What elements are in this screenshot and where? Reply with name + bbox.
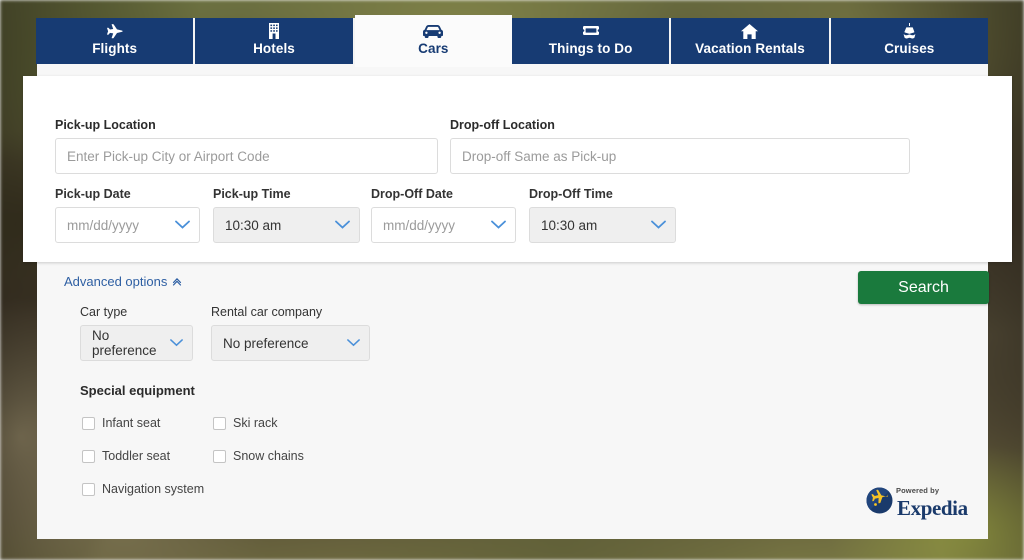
- pickup-date-group: Pick-up Date mm/dd/yyyy: [55, 187, 200, 243]
- checkbox-box[interactable]: [82, 450, 95, 463]
- checkbox-label: Navigation system: [102, 482, 204, 496]
- checkbox-box[interactable]: [213, 450, 226, 463]
- expedia-globe-icon: [866, 487, 893, 519]
- tab-vacation-rentals[interactable]: Vacation Rentals: [671, 18, 830, 64]
- checkbox-box[interactable]: [82, 483, 95, 496]
- pickup-location-input[interactable]: [55, 138, 438, 174]
- chevron-down-icon: [170, 339, 183, 347]
- tab-hotels[interactable]: Hotels: [195, 18, 354, 64]
- tab-label: Cruises: [884, 41, 934, 56]
- car-type-label: Car type: [80, 305, 193, 319]
- powered-by-label: Powered by: [896, 486, 939, 495]
- pickup-location-label: Pick-up Location: [55, 118, 438, 132]
- preference-selects-row: Car type No preference Rental car compan…: [80, 305, 380, 361]
- tab-cars[interactable]: Cars: [355, 15, 512, 67]
- advanced-options-body: Car type No preference Rental car compan…: [80, 305, 380, 506]
- special-equipment-checkbox-grid: Infant seat Ski rack Toddler seat Snow c…: [80, 416, 380, 506]
- pickup-time-label: Pick-up Time: [213, 187, 360, 201]
- car-type-value: No preference: [92, 328, 166, 358]
- pickup-date-label: Pick-up Date: [55, 187, 200, 201]
- special-equipment-heading: Special equipment: [80, 383, 380, 398]
- pickup-location-group: Pick-up Location: [55, 118, 438, 174]
- dropoff-location-group: Drop-off Location: [450, 118, 910, 174]
- dropoff-time-value: 10:30 am: [541, 218, 597, 233]
- dropoff-time-group: Drop-Off Time 10:30 am: [529, 187, 676, 243]
- tab-label: Hotels: [253, 41, 295, 56]
- checkbox-navigation-system[interactable]: Navigation system: [82, 482, 204, 496]
- airplane-icon: [107, 23, 123, 39]
- dropoff-time-label: Drop-Off Time: [529, 187, 676, 201]
- chevron-down-icon: [335, 221, 350, 230]
- ticket-icon: [583, 23, 599, 39]
- pickup-time-select[interactable]: 10:30 am: [213, 207, 360, 243]
- tab-label: Flights: [92, 41, 137, 56]
- expedia-branding: Powered by Expedia: [866, 487, 968, 519]
- dropoff-time-select[interactable]: 10:30 am: [529, 207, 676, 243]
- tab-cruises[interactable]: Cruises: [831, 18, 988, 64]
- pickup-date-select[interactable]: mm/dd/yyyy: [55, 207, 200, 243]
- checkbox-label: Infant seat: [102, 416, 160, 430]
- tab-label: Vacation Rentals: [695, 41, 805, 56]
- special-equipment-section: Special equipment Infant seat Ski rack T…: [80, 383, 380, 506]
- checkbox-label: Toddler seat: [102, 449, 170, 463]
- chevron-down-icon: [491, 221, 506, 230]
- primary-nav-tabs: Flights Hotels Cars Things to Do Vacatio…: [36, 18, 988, 64]
- dropoff-date-value: mm/dd/yyyy: [383, 218, 455, 233]
- chevron-down-icon: [651, 221, 666, 230]
- dropoff-date-group: Drop-Off Date mm/dd/yyyy: [371, 187, 516, 243]
- checkbox-box[interactable]: [213, 417, 226, 430]
- car-type-select[interactable]: No preference: [80, 325, 193, 361]
- chevron-down-icon: [175, 221, 190, 230]
- checkbox-box[interactable]: [82, 417, 95, 430]
- car-search-panel: Pick-up Location Drop-off Location Pick-…: [23, 76, 1012, 262]
- checkbox-ski-rack[interactable]: Ski rack: [213, 416, 277, 430]
- rental-company-label: Rental car company: [211, 305, 370, 319]
- tab-label: Cars: [418, 41, 448, 56]
- search-button[interactable]: Search: [858, 271, 989, 304]
- chevron-up-icon: [172, 274, 182, 289]
- dropoff-location-label: Drop-off Location: [450, 118, 910, 132]
- home-icon: [741, 23, 758, 39]
- checkbox-infant-seat[interactable]: Infant seat: [82, 416, 160, 430]
- checkbox-snow-chains[interactable]: Snow chains: [213, 449, 304, 463]
- car-icon: [423, 23, 443, 39]
- rental-company-select[interactable]: No preference: [211, 325, 370, 361]
- expedia-wordmark: Expedia: [897, 498, 968, 519]
- dropoff-date-label: Drop-Off Date: [371, 187, 516, 201]
- tab-things-to-do[interactable]: Things to Do: [512, 18, 671, 64]
- chevron-down-icon: [347, 339, 360, 347]
- dropoff-location-input[interactable]: [450, 138, 910, 174]
- tab-flights[interactable]: Flights: [36, 18, 195, 64]
- advanced-options-toggle[interactable]: Advanced options: [64, 274, 182, 289]
- building-icon: [268, 23, 280, 39]
- rental-company-group: Rental car company No preference: [211, 305, 370, 361]
- pickup-time-group: Pick-up Time 10:30 am: [213, 187, 360, 243]
- rental-company-value: No preference: [223, 336, 309, 351]
- pickup-date-value: mm/dd/yyyy: [67, 218, 139, 233]
- advanced-options-label: Advanced options: [64, 274, 167, 289]
- ship-icon: [903, 23, 916, 39]
- dropoff-date-select[interactable]: mm/dd/yyyy: [371, 207, 516, 243]
- checkbox-label: Snow chains: [233, 449, 304, 463]
- pickup-time-value: 10:30 am: [225, 218, 281, 233]
- tab-label: Things to Do: [549, 41, 633, 56]
- checkbox-label: Ski rack: [233, 416, 277, 430]
- car-type-group: Car type No preference: [80, 305, 193, 361]
- checkbox-toddler-seat[interactable]: Toddler seat: [82, 449, 170, 463]
